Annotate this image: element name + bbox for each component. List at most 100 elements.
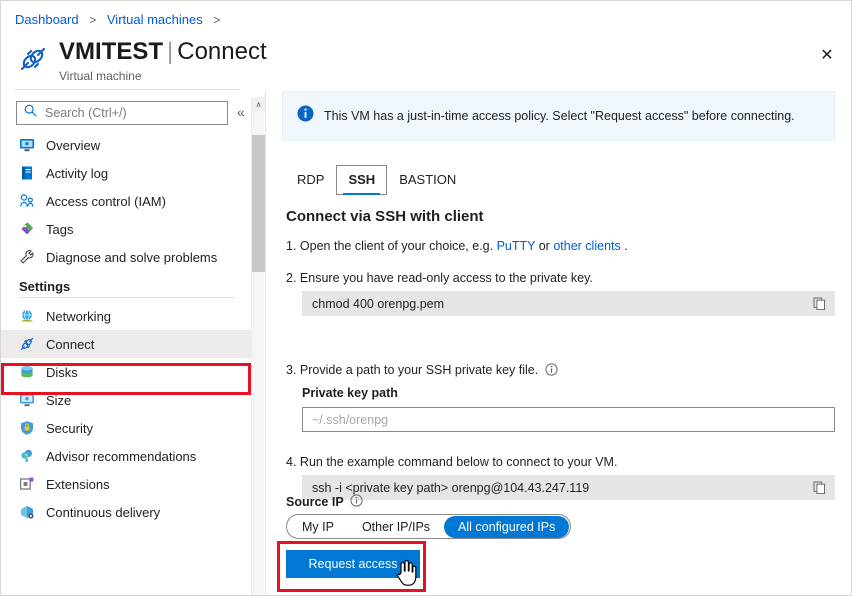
access-control-people-icon [19,193,35,209]
header-divider [15,89,240,90]
connect-method-tabs: RDP SSH BASTION [285,165,468,195]
sidebar-item-label: Access control (IAM) [46,193,166,209]
collapse-sidebar-icon[interactable]: « [237,105,245,119]
sidebar-item-label: Networking [46,308,112,324]
main-content: This VM has a just-in-time access policy… [282,91,838,595]
page-title-row: VMITEST | Connect Virtual machine [15,37,267,84]
step-4-number: 4. [286,455,297,469]
search-icon [24,104,37,122]
sidebar-item-overview[interactable]: Overview [1,131,251,159]
step-1-text-before: Open the client of your choice, e.g. [299,239,494,253]
chmod-command-box: chmod 400 orenpg.pem [302,291,835,316]
sidebar-item-label: Security [46,420,93,436]
sidebar-item-continuous-delivery[interactable]: Continuous delivery [1,498,251,526]
scrollbar-thumb[interactable] [252,135,265,272]
sidebar-item-activity-log[interactable]: Activity log [1,159,251,187]
tab-ssh[interactable]: SSH [336,165,388,195]
banner-text: This VM has a just-in-time access policy… [324,109,795,123]
private-key-path-input[interactable] [302,407,835,432]
sidebar-item-security[interactable]: Security [1,414,251,442]
sidebar-scrollbar[interactable]: ∧ [251,97,265,595]
sidebar-item-label: Connect [46,336,95,352]
sidebar-item-disks[interactable]: Disks [1,358,251,386]
info-outline-icon[interactable] [545,363,558,379]
step-1-number: 1. [286,239,297,253]
sidebar-nav-list: Overview Activity log Access control (IA… [1,131,251,595]
page-title: VMITEST | Connect [59,37,267,67]
page-section-name: Connect [177,38,267,65]
security-shield-lock-icon [19,420,35,436]
tab-bastion[interactable]: BASTION [387,165,468,195]
sidebar-item-label: Extensions [46,476,110,492]
ssh-command-box: ssh -i <private key path> orenpg@104.43.… [302,475,835,500]
step-2-text: Ensure you have read-only access to the … [299,271,593,285]
advisor-icon [19,448,35,464]
sidebar: « Overview [1,97,251,595]
sidebar-item-tags[interactable]: Tags [1,215,251,243]
breadcrumb-separator-2: > [213,13,221,27]
source-ip-option-all-configured-ips[interactable]: All configured IPs [444,515,570,538]
scroll-up-arrow-icon[interactable]: ∧ [252,97,265,111]
copy-icon[interactable] [809,294,829,314]
continuous-delivery-icon [19,504,35,520]
step-4-text: Run the example command below to connect… [299,455,618,469]
vm-name: VMITEST [59,38,164,65]
sidebar-item-label: Tags [46,221,74,237]
source-ip-label: Source IP [286,495,344,509]
sidebar-section-divider [19,297,235,298]
connect-plug-icon [19,336,35,352]
sidebar-item-label: Size [46,392,72,408]
sidebar-item-size[interactable]: Size [1,386,251,414]
sidebar-item-advisor[interactable]: Advisor recommendations [1,442,251,470]
sidebar-section-settings: Settings [19,279,71,294]
extensions-icon [19,476,35,492]
putty-link[interactable]: PuTTY [497,239,536,253]
search-box[interactable] [16,101,228,125]
activity-log-icon [19,165,35,181]
step-3-text: Provide a path to your SSH private key f… [299,363,539,377]
step-1-text-middle: or [538,239,550,253]
sidebar-item-extensions[interactable]: Extensions [1,470,251,498]
source-ip-label-row: Source IP [286,494,363,510]
sidebar-item-label: Continuous delivery [46,504,161,520]
jit-info-banner: This VM has a just-in-time access policy… [282,91,835,141]
step-1-text-after: . [624,239,628,253]
step-4: 4. Run the example command below to conn… [286,455,617,469]
connect-plug-icon [15,41,51,77]
source-ip-option-my-ip[interactable]: My IP [288,516,348,538]
sidebar-item-connect[interactable]: Connect [1,330,251,358]
step-3-number: 3. [286,363,297,377]
info-outline-icon[interactable] [350,494,363,510]
chmod-command-text: chmod 400 orenpg.pem [312,296,445,311]
sidebar-item-label: Activity log [46,165,109,181]
breadcrumb-item-dashboard[interactable]: Dashboard [15,12,79,27]
ssh-command-text: ssh -i <private key path> orenpg@104.43.… [312,480,590,495]
tab-rdp[interactable]: RDP [285,165,336,195]
overview-monitor-icon [19,137,35,153]
search-input[interactable] [43,105,227,121]
request-access-button[interactable]: Request access [286,550,420,578]
sidebar-item-label: Diagnose and solve problems [46,249,218,265]
sidebar-item-access-control[interactable]: Access control (IAM) [1,187,251,215]
other-clients-link[interactable]: other clients [553,239,620,253]
sidebar-item-diagnose[interactable]: Diagnose and solve problems [1,243,251,271]
azure-portal-blade: Dashboard > Virtual machines > VMITEST | C… [0,0,852,596]
breadcrumb-separator: > [89,13,97,27]
section-title: Connect via SSH with client [286,208,484,225]
breadcrumb-item-virtual-machines[interactable]: Virtual machines [107,12,203,27]
close-icon[interactable]: ✕ [811,39,843,71]
size-monitor-icon [19,392,35,408]
sidebar-item-networking[interactable]: Networking [1,302,251,330]
sidebar-item-label: Overview [46,137,101,153]
sidebar-item-label: Disks [46,364,78,380]
sidebar-content-divider [265,91,266,595]
info-filled-icon [297,105,314,127]
step-2: 2. Ensure you have read-only access to t… [286,271,593,285]
private-key-path-label: Private key path [302,386,398,400]
step-3: 3. Provide a path to your SSH private ke… [286,363,558,379]
networking-globe-icon [19,308,35,324]
title-separator: | [167,38,174,65]
disks-icon [19,364,35,380]
source-ip-option-other-ips[interactable]: Other IP/IPs [348,516,444,538]
copy-icon[interactable] [809,478,829,498]
